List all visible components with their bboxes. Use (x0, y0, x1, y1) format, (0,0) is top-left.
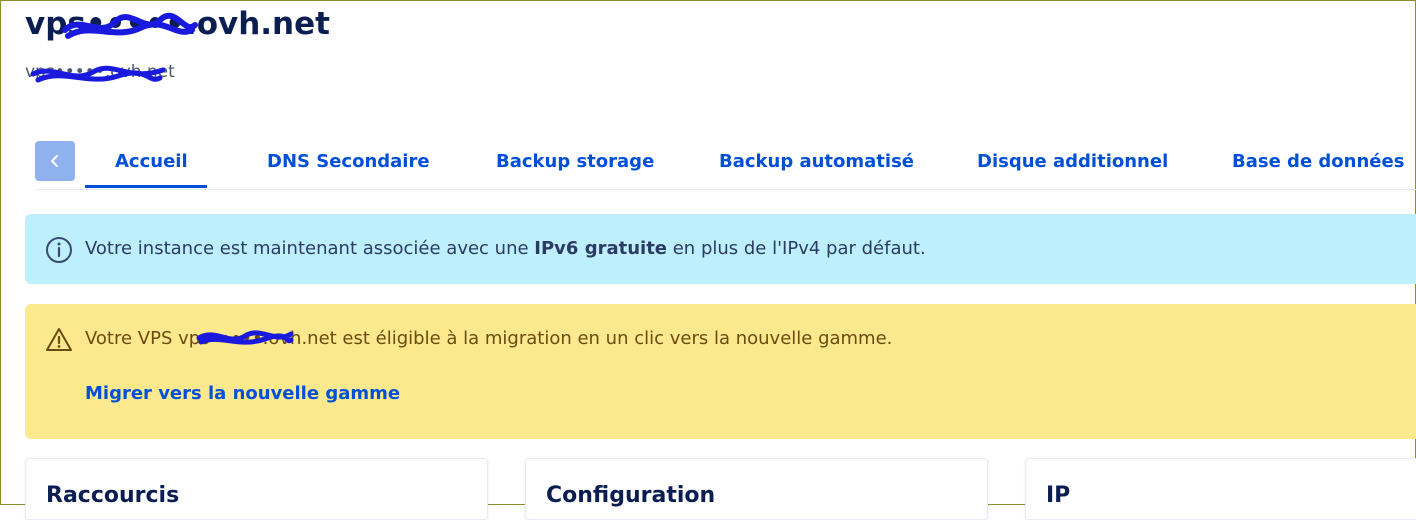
tab-accueil[interactable]: Accueil (115, 151, 188, 172)
chevron-left-icon (51, 155, 58, 167)
info-banner-text: Votre instance est maintenant associée a… (85, 238, 926, 259)
redaction-scribble (62, 12, 198, 39)
migrate-link[interactable]: Migrer vers la nouvelle gamme (85, 383, 400, 404)
card-ip: IP (1025, 458, 1416, 520)
info-circle-icon (46, 237, 72, 263)
card-title: Configuration (546, 483, 716, 508)
redaction-scribble (30, 65, 166, 83)
tabs-back-button[interactable] (35, 141, 75, 181)
redaction-scribble (196, 330, 294, 345)
warning-triangle-icon (46, 328, 72, 351)
active-tab-indicator (85, 185, 207, 188)
tab-backup-storage[interactable]: Backup storage (496, 151, 654, 172)
warning-banner: Votre VPS vps•••••.ovh.net est éligible … (25, 304, 1416, 439)
tab-base-de-donnees[interactable]: Base de données (1232, 151, 1404, 172)
tab-disque-additionnel[interactable]: Disque additionnel (977, 151, 1168, 172)
card-configuration: Configuration (525, 458, 988, 520)
tab-bar: Accueil DNS Secondaire Backup storage Ba… (35, 141, 1416, 190)
card-title: IP (1046, 483, 1071, 508)
info-banner: Votre instance est maintenant associée a… (25, 214, 1416, 284)
tab-backup-automatise[interactable]: Backup automatisé (719, 151, 914, 172)
card-raccourcis: Raccourcis (25, 458, 488, 520)
card-title: Raccourcis (46, 483, 180, 508)
tab-dns-secondaire[interactable]: DNS Secondaire (267, 151, 430, 172)
